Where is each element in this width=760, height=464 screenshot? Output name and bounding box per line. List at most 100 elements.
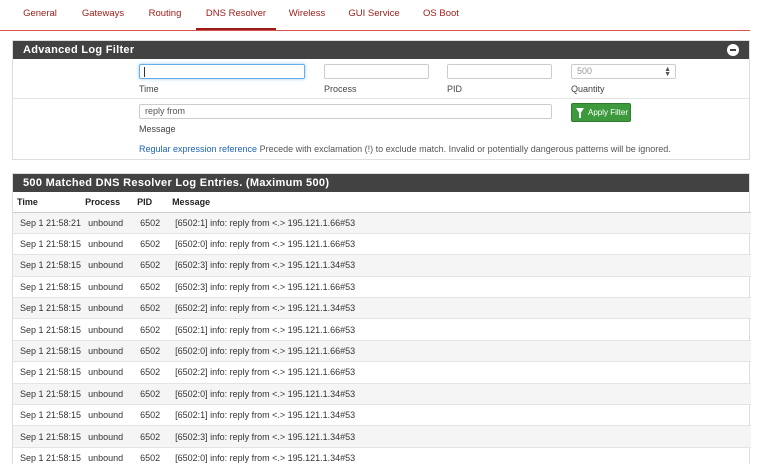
column-header-pid: PID	[133, 192, 169, 213]
tab-general[interactable]: General	[10, 0, 70, 30]
column-header-process: Process	[81, 192, 134, 213]
message-input-value: reply from	[145, 106, 186, 116]
table-row: Sep 1 21:58:15 unbound 6502 [6502:0] info: …	[13, 339, 751, 362]
table-row: Sep 1 21:58:15 unbound 6502 [6502:2] info: …	[13, 297, 751, 319]
table-row: Sep 1 21:58:15 unbound 6502 [6502:3] info: …	[13, 254, 751, 277]
tab-routing[interactable]: Routing	[138, 0, 192, 30]
table-row: Sep 1 21:58:15 unbound 6502 [6502:1] info: …	[13, 404, 751, 426]
cell-time: Sep 1 21:58:15	[13, 404, 82, 426]
log-panel-heading: 500 Matched DNS Resolver Log Entries. (M…	[13, 174, 749, 192]
time-label: Time	[139, 84, 159, 94]
table-row: Sep 1 21:58:15 unbound 6502 [6502:1] info: …	[13, 318, 751, 341]
cell-process: unbound	[81, 318, 134, 341]
log-panel-title: 500 Matched DNS Resolver Log Entries. (M…	[23, 177, 330, 189]
cell-pid: 6502	[133, 339, 169, 362]
tab-wireless[interactable]: Wireless	[280, 0, 334, 30]
message-input[interactable]: reply from	[139, 104, 552, 119]
cell-pid: 6502	[133, 361, 169, 384]
cell-time: Sep 1 21:58:15	[13, 318, 82, 341]
regex-reference-link[interactable]: Regular expression reference	[139, 144, 257, 154]
cell-time: Sep 1 21:58:15	[13, 275, 82, 298]
cell-process: unbound	[81, 297, 134, 319]
cell-time: Sep 1 21:58:15	[13, 339, 82, 362]
pid-label: PID	[447, 84, 463, 94]
tab-gateways[interactable]: Gateways	[73, 0, 133, 30]
table-row: Sep 1 21:58:15 unbound 6502 [6502:3] info: …	[13, 425, 751, 448]
cell-message: [6502:2] info: reply from <.> 195.121.1.…	[168, 361, 751, 384]
cell-time: Sep 1 21:58:15	[13, 232, 82, 255]
cell-process: unbound	[81, 254, 134, 277]
cell-message: [6502:0] info: reply from <.> 195.121.1.…	[168, 232, 751, 255]
tab-gui-service[interactable]: GUI Service	[341, 0, 407, 30]
table-row: Sep 1 21:58:15 unbound 6502 [6502:0] info: …	[13, 382, 751, 405]
table-row: Sep 1 21:58:15 unbound 6502 [6502:0] info: …	[13, 446, 751, 464]
cell-pid: 6502	[133, 297, 169, 319]
cell-message: [6502:0] info: reply from <.> 195.121.1.…	[168, 382, 751, 405]
cell-pid: 6502	[133, 382, 169, 405]
cell-pid: 6502	[133, 446, 169, 464]
cell-process: unbound	[81, 275, 134, 298]
cell-process: unbound	[81, 404, 134, 426]
cell-time: Sep 1 21:58:15	[13, 254, 82, 277]
cell-pid: 6502	[133, 211, 169, 234]
panel-heading: Advanced Log Filter	[13, 41, 749, 59]
regex-help-text: Regular expression reference Precede wit…	[139, 144, 671, 154]
table-row: Sep 1 21:58:15 unbound 6502 [6502:2] info: …	[13, 361, 751, 384]
message-label: Message	[139, 124, 176, 134]
process-label: Process	[324, 84, 357, 94]
cell-time: Sep 1 21:58:15	[13, 361, 82, 384]
log-entries-panel: 500 Matched DNS Resolver Log Entries. (M…	[12, 173, 751, 464]
time-input[interactable]	[139, 64, 305, 79]
cell-message: [6502:0] info: reply from <.> 195.121.1.…	[168, 446, 751, 464]
filter-row-primary: Time Process PID 500 ▲ ▼ Quantity	[13, 59, 749, 99]
cell-time: Sep 1 21:58:21	[13, 211, 82, 234]
cell-message: [6502:1] info: reply from <.> 195.121.1.…	[168, 404, 751, 426]
filter-icon	[576, 108, 584, 118]
cell-message: [6502:1] info: reply from <.> 195.121.1.…	[168, 318, 751, 341]
cell-process: unbound	[81, 425, 134, 448]
status-log-tabs: General Gateways Routing DNS Resolver Wi…	[0, 0, 750, 31]
cell-time: Sep 1 21:58:15	[13, 382, 82, 405]
cell-process: unbound	[81, 211, 134, 234]
cell-process: unbound	[81, 232, 134, 255]
cell-pid: 6502	[133, 232, 169, 255]
table-header-row: Time Process PID Message	[13, 192, 751, 213]
advanced-log-filter-panel: Advanced Log Filter Time Process PID 500…	[12, 40, 750, 160]
spinner-arrows-icon[interactable]: ▲ ▼	[664, 66, 671, 78]
cell-time: Sep 1 21:58:15	[13, 425, 82, 448]
cell-time: Sep 1 21:58:15	[13, 446, 82, 464]
cell-message: [6502:2] info: reply from <.> 195.121.1.…	[168, 297, 751, 319]
cell-pid: 6502	[133, 404, 169, 426]
regex-help-description: Precede with exclamation (!) to exclude …	[257, 144, 671, 154]
column-header-time: Time	[13, 192, 82, 213]
tab-dns-resolver[interactable]: DNS Resolver	[196, 0, 276, 30]
cell-process: unbound	[81, 446, 134, 464]
cell-pid: 6502	[133, 275, 169, 298]
text-caret	[144, 67, 145, 77]
cell-pid: 6502	[133, 254, 169, 277]
table-row: Sep 1 21:58:21 unbound 6502 [6502:1] info: …	[13, 211, 751, 234]
quantity-placeholder: 500	[577, 66, 593, 76]
cell-pid: 6502	[133, 318, 169, 341]
apply-filter-label: Apply Filter	[588, 108, 629, 117]
cell-message: [6502:0] info: reply from <.> 195.121.1.…	[168, 339, 751, 362]
quantity-stepper[interactable]: 500 ▲ ▼	[571, 64, 676, 79]
table-row: Sep 1 21:58:15 unbound 6502 [6502:3] info: …	[13, 275, 751, 298]
column-header-message: Message	[168, 192, 751, 213]
log-table: Time Process PID Message Sep 1 21:58:21 u…	[13, 192, 751, 464]
tab-os-boot[interactable]: OS Boot	[414, 0, 468, 30]
table-row: Sep 1 21:58:15 unbound 6502 [6502:0] info: …	[13, 232, 751, 255]
cell-message: [6502:3] info: reply from <.> 195.121.1.…	[168, 425, 751, 448]
pid-input[interactable]	[447, 64, 552, 79]
cell-message: [6502:3] info: reply from <.> 195.121.1.…	[168, 254, 751, 277]
process-input[interactable]	[324, 64, 429, 79]
cell-process: unbound	[81, 361, 134, 384]
cell-pid: 6502	[133, 425, 169, 448]
apply-filter-button[interactable]: Apply Filter	[571, 103, 631, 122]
minus-circle-icon[interactable]	[727, 44, 739, 56]
panel-title: Advanced Log Filter	[23, 44, 135, 56]
cell-process: unbound	[81, 382, 134, 405]
cell-process: unbound	[81, 339, 134, 362]
cell-time: Sep 1 21:58:15	[13, 297, 82, 319]
cell-message: [6502:3] info: reply from <.> 195.121.1.…	[168, 275, 751, 298]
